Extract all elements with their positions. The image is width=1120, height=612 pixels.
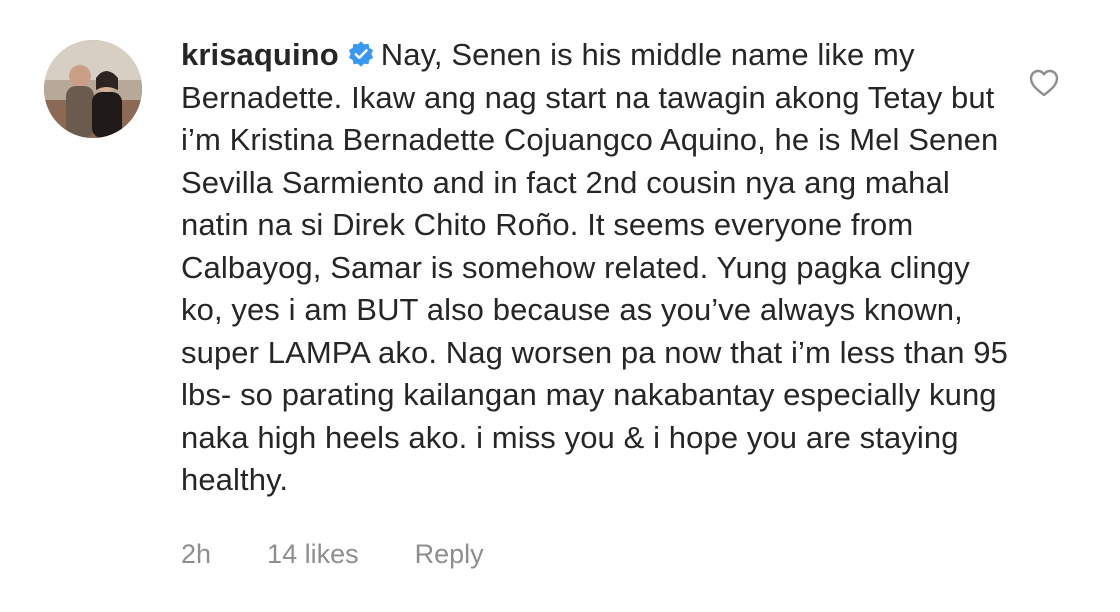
avatar-photo: [44, 40, 142, 138]
comment-item: krisaquino Nay, Senen is his middle name …: [0, 0, 1120, 612]
comment-message: Nay, Senen is his middle name like my Be…: [181, 37, 1008, 497]
likes-count-button[interactable]: 14 likes: [267, 536, 359, 572]
comment-time: 2h: [181, 539, 212, 569]
comment-text: krisaquino Nay, Senen is his middle name …: [181, 34, 1011, 502]
username-link[interactable]: krisaquino: [181, 37, 339, 72]
heart-outline-icon[interactable]: [1027, 66, 1061, 100]
verified-badge-icon: [347, 40, 375, 68]
comment-meta: 2h 14 likes Reply: [181, 536, 484, 572]
comment-body: krisaquino Nay, Senen is his middle name …: [181, 34, 1011, 502]
reply-button[interactable]: Reply: [415, 536, 484, 572]
avatar[interactable]: [44, 40, 142, 138]
